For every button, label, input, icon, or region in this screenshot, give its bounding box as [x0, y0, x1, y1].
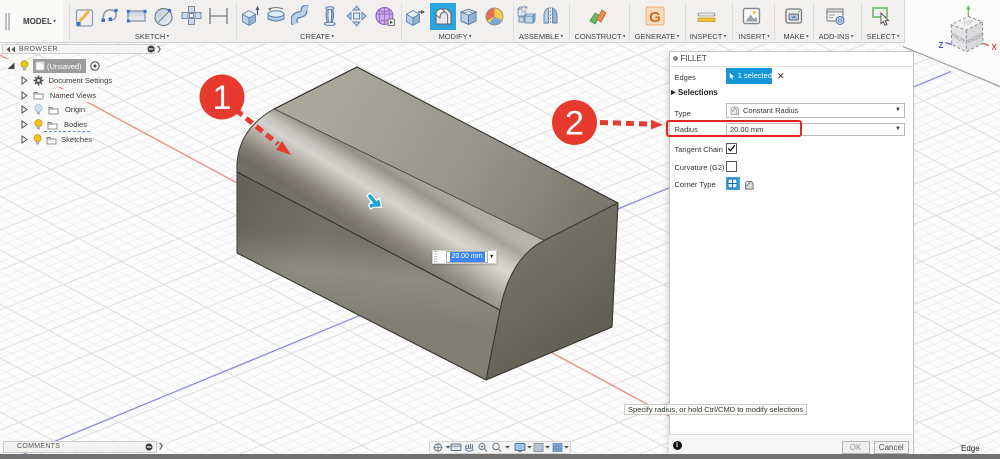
svg-text:Z: Z: [939, 41, 944, 50]
svg-text:1: 1: [213, 79, 232, 117]
svg-text:X: X: [992, 43, 998, 52]
svg-text:G: G: [649, 9, 661, 26]
svg-text:2: 2: [565, 105, 584, 143]
